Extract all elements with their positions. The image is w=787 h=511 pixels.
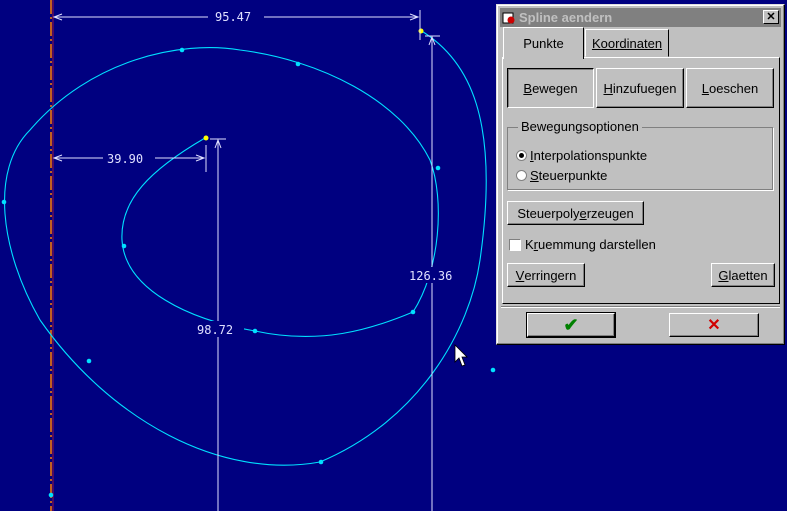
tab-label: Koordinaten: [591, 35, 663, 51]
spline-point[interactable]: [410, 309, 416, 315]
checkbox-indicator[interactable]: [509, 238, 521, 251]
dialog-separator: [501, 306, 780, 308]
dimension-right-height[interactable]: 126.36: [409, 269, 452, 283]
spline-point[interactable]: [48, 492, 54, 498]
app-icon: [502, 12, 515, 23]
delete-button[interactable]: Loeschen: [686, 68, 774, 108]
mouse-cursor: [454, 344, 468, 367]
spline-end-point[interactable]: [203, 135, 209, 141]
tab-koordinaten[interactable]: Koordinaten: [585, 29, 669, 57]
close-button[interactable]: ✕: [763, 10, 779, 24]
smooth-button[interactable]: Glaetten: [711, 263, 775, 287]
outer-spline-curve[interactable]: [4, 29, 487, 466]
spline-start-point[interactable]: [418, 28, 424, 34]
dimension-inner-height[interactable]: 98.72: [197, 323, 233, 337]
spline-point[interactable]: [252, 328, 258, 334]
dialog-title: Spline aendern: [519, 10, 613, 25]
tab-label: Punkte: [523, 36, 564, 51]
cancel-button[interactable]: ✕: [669, 313, 759, 337]
radio-indicator[interactable]: [516, 170, 527, 181]
spline-point[interactable]: [435, 165, 441, 171]
inner-spline-curve[interactable]: [121, 137, 414, 337]
spline-point[interactable]: [86, 358, 92, 364]
spline-point[interactable]: [121, 243, 127, 249]
movement-options-group: Bewegungsoptionen Interpolationspunkte S…: [507, 119, 773, 190]
spline-point[interactable]: [179, 47, 185, 53]
dimension-top-width[interactable]: 95.47: [215, 10, 251, 24]
interpolation-points-radio[interactable]: Interpolationspunkte: [516, 148, 647, 163]
dialog-titlebar[interactable]: Spline aendern ✕: [500, 8, 781, 27]
spline-point[interactable]: [490, 367, 496, 373]
radio-indicator[interactable]: [516, 150, 527, 161]
close-icon: ✕: [766, 11, 776, 23]
create-control-polygon-button[interactable]: Steuerpoly e rzeugen: [507, 201, 644, 225]
tab-punkte[interactable]: Punkte: [503, 27, 584, 59]
ok-button[interactable]: ✔: [526, 312, 616, 338]
group-legend: Bewegungsoptionen: [518, 119, 642, 134]
spline-point[interactable]: [318, 459, 324, 465]
spline-point[interactable]: [1, 199, 7, 205]
spline-point[interactable]: [295, 61, 301, 67]
dimension-lines: [52, 10, 440, 511]
move-button[interactable]: Bewegen: [507, 68, 594, 108]
checkmark-icon: ✔: [563, 314, 579, 335]
dimension-inner-offset[interactable]: 39.90: [107, 152, 143, 166]
control-points-radio[interactable]: Steuerpunkte: [516, 168, 607, 183]
add-button[interactable]: Hinzufuegen: [596, 68, 684, 108]
cancel-x-icon: ✕: [707, 317, 721, 334]
reduce-button[interactable]: Verringern: [507, 263, 585, 287]
spline-edit-dialog: Spline aendern ✕ Punkte Koordinaten Bewe…: [496, 4, 785, 345]
show-curvature-checkbox[interactable]: Kr uemmung darstellen: [509, 237, 656, 252]
